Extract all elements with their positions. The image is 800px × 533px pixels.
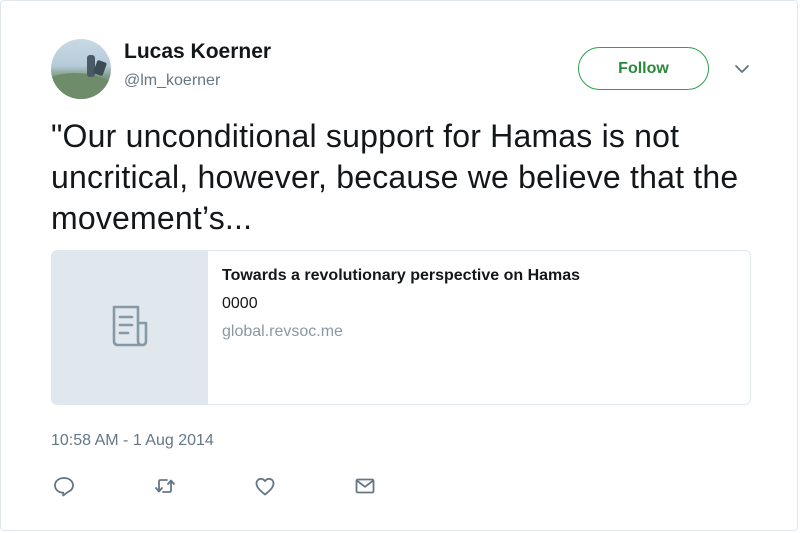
document-icon [106,301,154,354]
tweet-text: "Our unconditional support for Hamas is … [51,118,739,236]
like-icon[interactable] [253,474,277,498]
avatar[interactable] [51,39,111,99]
author-name[interactable]: Lucas Koerner [124,40,271,64]
card-media [52,251,208,404]
chevron-down-icon[interactable] [732,60,752,78]
link-card[interactable]: Towards a revolutionary perspective on H… [51,250,751,405]
card-title[interactable]: Towards a revolutionary perspective on H… [222,267,580,285]
direct-message-icon[interactable] [353,474,377,498]
author-handle[interactable]: @lm_koerner [124,72,220,90]
reply-icon[interactable] [52,474,76,498]
retweet-icon[interactable] [153,474,177,498]
follow-button[interactable]: Follow [578,47,709,90]
timestamp[interactable]: 10:58 AM - 1 Aug 2014 [51,432,214,450]
card-description: 0000 [222,295,258,312]
card-domain: global.revsoc.me [222,323,343,340]
